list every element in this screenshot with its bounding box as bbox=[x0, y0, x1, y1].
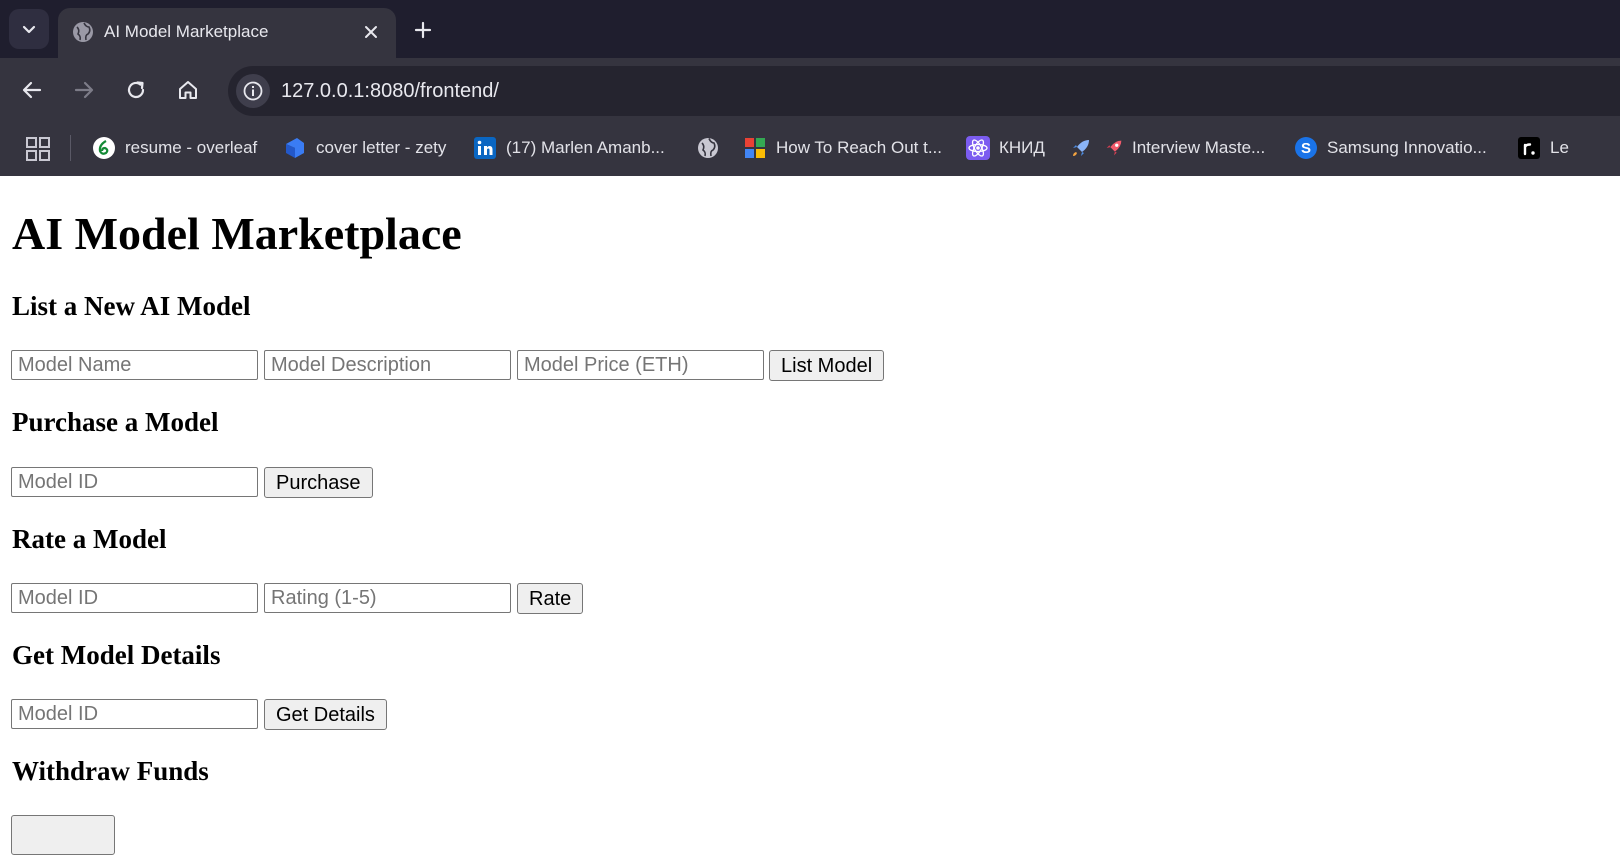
rocket-icon bbox=[1102, 136, 1126, 160]
rate-model-heading: Rate a Model bbox=[12, 524, 167, 554]
rate-button[interactable]: Rate bbox=[517, 583, 584, 614]
model-details-heading: Get Model Details bbox=[12, 640, 221, 670]
withdraw-funds-heading: Withdraw Funds bbox=[12, 756, 209, 786]
bookmark-label: cover letter - zety bbox=[316, 138, 447, 157]
puzzle-icon bbox=[743, 136, 767, 160]
purchase-model-heading: Purchase a Model bbox=[12, 407, 219, 437]
browser-tabstrip: AI Model Marketplace bbox=[0, 0, 1620, 58]
model-name-input[interactable] bbox=[11, 350, 258, 380]
bookmarks-bar: resume - overleaf cover letter - zety (1… bbox=[0, 122, 1620, 176]
page-content: AI Model Marketplace List a New AI Model… bbox=[0, 176, 1620, 855]
back-button[interactable] bbox=[14, 72, 50, 108]
model-description-input[interactable] bbox=[264, 350, 511, 380]
bookmark-label: (17) Marlen Amanb... bbox=[506, 138, 665, 157]
close-icon bbox=[365, 26, 377, 38]
arrow-right-icon bbox=[74, 81, 94, 99]
r-dot-icon bbox=[1517, 136, 1541, 160]
plus-icon bbox=[414, 21, 432, 39]
address-bar[interactable]: 127.0.0.1:8080/frontend/ bbox=[228, 66, 1620, 116]
globe-icon bbox=[696, 136, 720, 160]
bookmark-label: КНИД bbox=[999, 138, 1045, 157]
info-icon bbox=[243, 81, 263, 101]
tab-close-button[interactable] bbox=[358, 19, 384, 45]
list-model-heading: List a New AI Model bbox=[12, 291, 251, 321]
page-title: AI Model Marketplace bbox=[12, 208, 462, 259]
react-icon bbox=[966, 136, 990, 160]
active-tab[interactable]: AI Model Marketplace bbox=[58, 8, 396, 58]
purchase-model-id-input[interactable] bbox=[11, 467, 258, 497]
bookmark-label: Le bbox=[1550, 138, 1569, 157]
apps-grid-icon[interactable] bbox=[24, 135, 52, 163]
details-model-id-input[interactable] bbox=[11, 699, 258, 729]
bookmark-knid[interactable]: КНИД bbox=[966, 133, 1045, 163]
withdraw-button[interactable] bbox=[11, 815, 115, 855]
chevron-down-icon bbox=[22, 25, 36, 34]
bookmark-interview-master[interactable]: Interview Maste... bbox=[1069, 133, 1265, 163]
bookmark-linkedin[interactable]: (17) Marlen Amanb... bbox=[473, 133, 665, 163]
model-price-input[interactable] bbox=[517, 350, 764, 380]
list-model-button[interactable]: List Model bbox=[769, 350, 885, 381]
svg-text:S: S bbox=[1301, 140, 1311, 157]
rating-input[interactable] bbox=[264, 583, 511, 613]
tab-title: AI Model Marketplace bbox=[104, 22, 269, 41]
bookmark-label: How To Reach Out t... bbox=[776, 138, 942, 157]
zety-icon bbox=[283, 136, 307, 160]
tab-search-button[interactable] bbox=[9, 9, 49, 49]
site-info-button[interactable] bbox=[236, 74, 270, 108]
rate-model-id-input[interactable] bbox=[11, 583, 258, 613]
bookmarks-divider bbox=[70, 135, 71, 161]
home-button[interactable] bbox=[170, 72, 206, 108]
new-tab-button[interactable] bbox=[406, 13, 440, 47]
reload-button[interactable] bbox=[118, 72, 154, 108]
bookmark-overleaf[interactable]: resume - overleaf bbox=[92, 133, 257, 163]
globe-icon bbox=[73, 22, 93, 42]
samsung-s-icon: S bbox=[1294, 136, 1318, 160]
get-details-button[interactable]: Get Details bbox=[264, 699, 387, 730]
purchase-button[interactable]: Purchase bbox=[264, 467, 373, 498]
bookmark-le[interactable]: Le bbox=[1517, 133, 1569, 163]
bookmark-zety[interactable]: cover letter - zety bbox=[283, 133, 446, 163]
url-text: 127.0.0.1:8080/frontend/ bbox=[281, 80, 499, 102]
bookmark-label: Samsung Innovatio... bbox=[1327, 138, 1487, 157]
reload-icon bbox=[127, 81, 145, 99]
forward-button[interactable] bbox=[66, 72, 102, 108]
linkedin-icon bbox=[473, 136, 497, 160]
home-icon bbox=[179, 81, 197, 99]
bookmark-globe[interactable] bbox=[696, 133, 729, 163]
bookmark-label: resume - overleaf bbox=[125, 138, 258, 157]
bookmark-label: Interview Maste... bbox=[1132, 138, 1266, 157]
bookmark-reach-out[interactable]: How To Reach Out t... bbox=[743, 133, 942, 163]
rocket-icon bbox=[1069, 136, 1093, 160]
bookmark-samsung[interactable]: S Samsung Innovatio... bbox=[1294, 133, 1487, 163]
browser-toolbar: 127.0.0.1:8080/frontend/ bbox=[0, 58, 1620, 122]
overleaf-icon bbox=[92, 136, 116, 160]
arrow-left-icon bbox=[22, 81, 42, 99]
